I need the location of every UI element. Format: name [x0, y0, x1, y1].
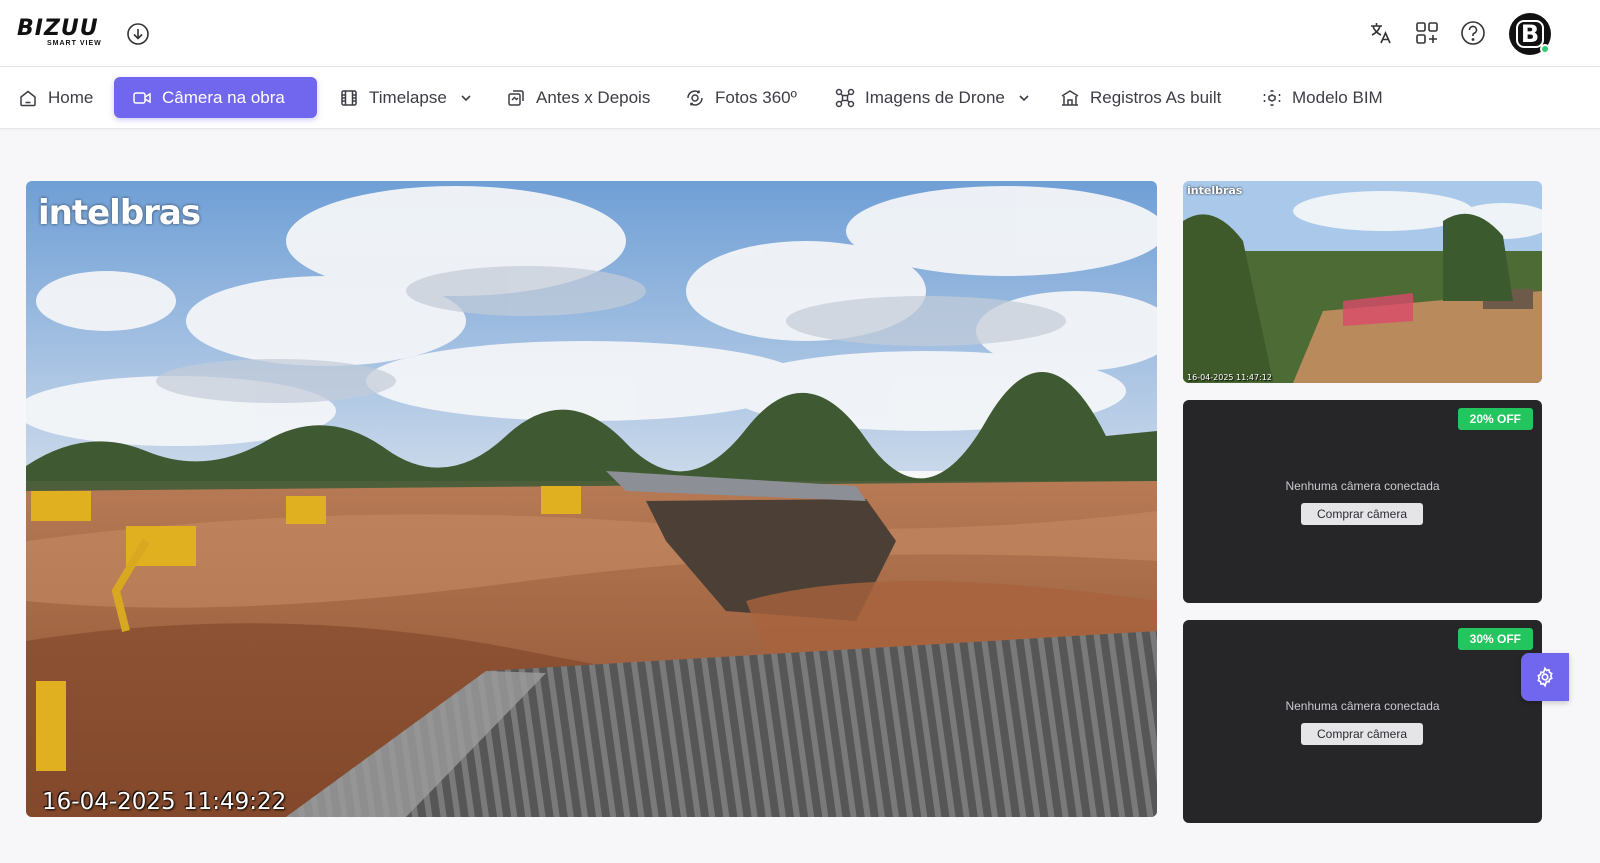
- nav-item-registros-as-built[interactable]: Registros As built: [1042, 77, 1239, 118]
- site-thumbnail-image: [1183, 181, 1542, 383]
- film-icon: [341, 89, 357, 106]
- nav-label: Modelo BIM: [1292, 87, 1383, 107]
- online-status-dot: [1540, 44, 1550, 54]
- nav-item-home[interactable]: Home: [0, 77, 111, 118]
- bizuu-logo[interactable]: BIZUU SMART VIEW: [17, 18, 117, 48]
- camera-brand-watermark: intelbras: [38, 193, 201, 233]
- nav-item-timelapse[interactable]: Timelapse: [321, 77, 491, 118]
- nav-item-fotos-360[interactable]: Fotos 360º: [667, 77, 815, 118]
- logo-wordmark: BIZUU: [17, 16, 99, 41]
- nav-label: Home: [48, 87, 94, 107]
- chevron-down-icon: [461, 94, 471, 101]
- nav-label: Antes x Depois: [536, 87, 651, 107]
- help-circle-icon[interactable]: [1460, 20, 1486, 46]
- settings-button[interactable]: [1521, 653, 1569, 701]
- camera-slot-empty-2: 30% OFF Nenhuma câmera conectada Comprar…: [1183, 620, 1542, 823]
- download-circle-icon[interactable]: [126, 22, 150, 46]
- apps-add-icon[interactable]: [1414, 20, 1440, 46]
- camera-360-icon: [687, 89, 703, 106]
- translate-icon[interactable]: [1368, 20, 1394, 46]
- nav-label: Timelapse: [369, 87, 447, 107]
- buy-camera-button[interactable]: Comprar câmera: [1301, 503, 1423, 525]
- nav-label: Câmera na obra: [162, 87, 285, 107]
- video-camera-icon: [133, 91, 151, 104]
- compare-icon: [508, 89, 524, 106]
- discount-badge: 30% OFF: [1457, 628, 1533, 650]
- no-camera-message: Nenhuma câmera conectada: [1285, 699, 1440, 713]
- building-icon: [1061, 89, 1079, 106]
- nav-item-antes-x-depois[interactable]: Antes x Depois: [488, 77, 668, 118]
- thumb-timestamp: 16-04-2025 11:47:12: [1187, 373, 1272, 382]
- home-icon: [20, 90, 36, 106]
- chevron-down-icon: [1019, 94, 1029, 101]
- user-avatar[interactable]: B: [1509, 13, 1551, 55]
- construction-site-image: [26, 181, 1157, 817]
- nav-item-camera-na-obra[interactable]: Câmera na obra: [114, 77, 317, 118]
- logo-subtext: SMART VIEW: [47, 40, 102, 47]
- no-camera-message: Nenhuma câmera conectada: [1285, 479, 1440, 493]
- discount-badge: 20% OFF: [1457, 408, 1533, 430]
- camera-slot-empty-1: 20% OFF Nenhuma câmera conectada Comprar…: [1183, 400, 1542, 603]
- nav-label: Fotos 360º: [715, 87, 797, 107]
- top-bar: BIZUU SMART VIEW B: [0, 0, 1600, 67]
- main-nav: Home Câmera na obra Timelapse Antes x De…: [0, 67, 1600, 129]
- avatar-letter: B: [1516, 20, 1544, 48]
- nav-label: Imagens de Drone: [865, 87, 1005, 107]
- thumb-brand-watermark: intelbras: [1187, 184, 1243, 197]
- camera-thumbnail-1[interactable]: intelbras 16-04-2025 11:47:12: [1183, 181, 1542, 383]
- camera-timestamp: 16-04-2025 11:49:22: [42, 789, 287, 815]
- nav-item-modelo-bim[interactable]: Modelo BIM: [1244, 77, 1401, 118]
- buy-camera-button[interactable]: Comprar câmera: [1301, 723, 1423, 745]
- bim-model-icon: [1263, 89, 1281, 106]
- gear-icon: [1537, 666, 1553, 688]
- nav-label: Registros As built: [1090, 87, 1222, 107]
- nav-item-imagens-de-drone[interactable]: Imagens de Drone: [817, 77, 1049, 118]
- drone-icon: [835, 88, 855, 107]
- main-camera-feed[interactable]: intelbras 16-04-2025 11:49:22: [26, 181, 1157, 817]
